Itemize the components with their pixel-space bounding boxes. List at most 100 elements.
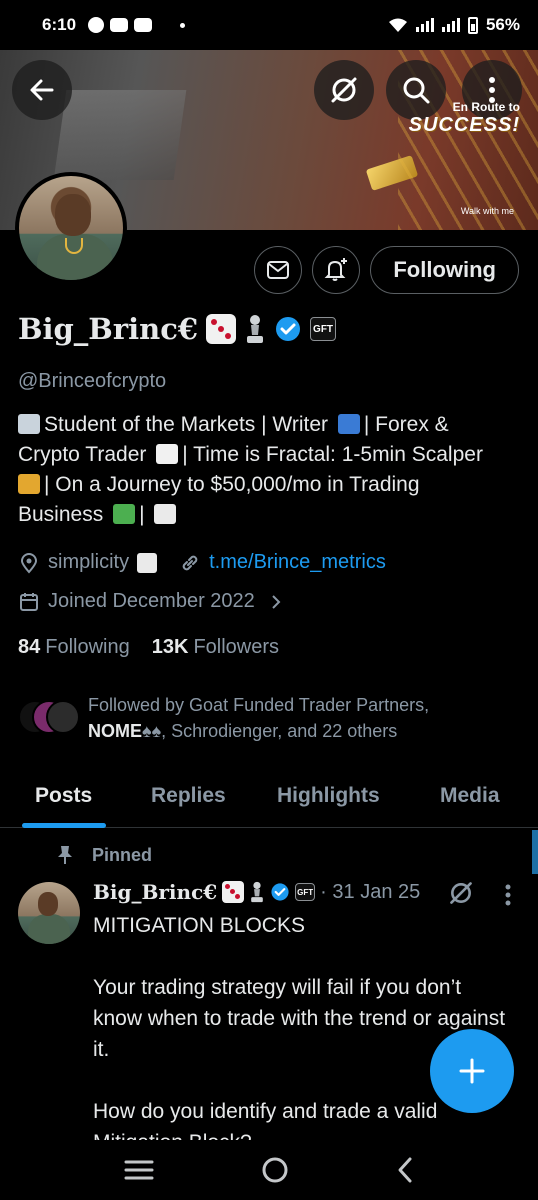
- compose-plus-icon: [459, 1058, 485, 1084]
- website-link[interactable]: t.me/Brince_metrics: [209, 551, 386, 574]
- followers-count: 13K: [151, 636, 189, 658]
- location-icon: [20, 552, 38, 574]
- bio-separator: |: [139, 503, 145, 526]
- grok-icon[interactable]: [448, 880, 474, 906]
- bowling-emoji-icon: [137, 552, 158, 573]
- tab-replies[interactable]: Replies: [151, 768, 226, 824]
- scrollbar-thumb[interactable]: [532, 830, 538, 874]
- post-more-icon[interactable]: [504, 884, 512, 906]
- dice-emoji-icon: [206, 314, 237, 344]
- banner-tagline: En Route to SUCCESS!: [409, 100, 520, 137]
- display-name: Big_Brinc€: [18, 312, 199, 346]
- money-emoji-icon: [113, 504, 136, 524]
- grok-button[interactable]: [314, 60, 374, 120]
- followed-by-bold-name: NOME: [88, 721, 142, 741]
- spade-emoji-icon: ♠♠: [142, 721, 162, 741]
- gold-bar-graphic: [365, 155, 419, 191]
- status-time: 6:10: [42, 15, 77, 34]
- link-icon: [182, 555, 198, 570]
- location-text: simplicity: [48, 551, 130, 573]
- followed-by-text: Followed by Goat Funded Trader Partners,…: [88, 692, 488, 744]
- verified-icon: [276, 317, 301, 341]
- chevron-right-icon: [272, 594, 281, 609]
- bell-plus-icon: [324, 258, 348, 281]
- pinned-label: Pinned: [92, 844, 153, 865]
- system-nav-bar: [0, 1140, 538, 1200]
- profile-bio: Student of the Markets | Writer | Forex …: [18, 410, 523, 530]
- follow-stats: 84 Following 13K Followers: [18, 636, 279, 659]
- following-count: 84: [18, 636, 41, 658]
- nav-back-icon[interactable]: [396, 1156, 414, 1184]
- post-author-avatar[interactable]: [18, 882, 80, 944]
- followers-label: Followers: [193, 636, 280, 658]
- tab-highlights[interactable]: Highlights: [277, 768, 380, 824]
- chart-increasing-emoji-icon: [156, 444, 179, 464]
- nav-menu-icon[interactable]: [124, 1159, 154, 1181]
- chess-pawn-icon: [251, 881, 263, 903]
- bio-text: Crypto Trader: [18, 443, 147, 466]
- affiliate-badge[interactable]: GFT: [310, 317, 337, 341]
- profile-meta-joined[interactable]: Joined December 2022: [18, 590, 283, 613]
- mail-icon: [267, 261, 290, 279]
- battery-level: 56%: [485, 15, 520, 34]
- followed-by-avatars: [18, 692, 88, 736]
- post-date: · 31 Jan 25: [320, 880, 421, 903]
- verified-icon: [271, 883, 289, 901]
- tab-posts[interactable]: Posts: [35, 768, 92, 824]
- bio-text: Business: [18, 503, 104, 526]
- bio-text: | Forex &: [363, 413, 449, 436]
- messenger-icon: [88, 17, 105, 33]
- pin-icon: [58, 846, 72, 864]
- status-right: 56%: [388, 15, 520, 35]
- bio-text: | Time is Fractal: 1-5min Scalper: [182, 443, 483, 466]
- calendar-icon: [20, 592, 38, 611]
- profile-actions: Following: [254, 246, 519, 294]
- following-label: Following: [45, 636, 130, 658]
- followed-by[interactable]: Followed by Goat Funded Trader Partners,…: [18, 692, 488, 744]
- tab-media[interactable]: Media: [440, 768, 500, 824]
- compose-button[interactable]: [430, 1029, 514, 1113]
- followed-by-suffix: , Schrodienger, and 22 others: [161, 721, 398, 741]
- avatar-face: [38, 892, 58, 916]
- technologist-emoji-icon: [337, 414, 360, 434]
- hourglass-emoji-icon: [18, 474, 40, 494]
- banner-signature: Walk with me: [460, 206, 514, 216]
- banner-tagline-big: SUCCESS!: [408, 114, 520, 136]
- post-header: Big_Brinc€ GFT · 31 Jan 25: [93, 880, 420, 904]
- back-arrow-icon: [30, 79, 54, 101]
- signal-icon: [441, 18, 460, 32]
- more-notifications-dot: [180, 22, 186, 28]
- grok-icon: [331, 77, 357, 103]
- profile-tabs: Posts Replies Highlights Media: [0, 768, 538, 828]
- profile-meta-location: simplicity t.me/Brince_metrics: [18, 551, 386, 574]
- chess-pawn-icon: [247, 315, 264, 343]
- banner-tagline-small: En Route to: [452, 100, 520, 114]
- joined-text: Joined December 2022: [48, 590, 255, 612]
- notify-button[interactable]: [312, 246, 361, 294]
- signal-icon: [415, 18, 434, 32]
- pinned-label-row: Pinned: [56, 844, 152, 866]
- avatar-body: [28, 914, 70, 944]
- followers-stat[interactable]: 13K Followers: [152, 636, 279, 659]
- bio-text: Student of the Markets | Writer: [44, 413, 329, 436]
- back-button[interactable]: [12, 60, 72, 120]
- following-button[interactable]: Following: [370, 246, 519, 294]
- bank-emoji-icon: [18, 414, 40, 434]
- following-stat[interactable]: 84 Following: [18, 636, 130, 659]
- bowling-emoji-icon: [154, 504, 177, 524]
- youtube-icon: [134, 18, 153, 32]
- status-bar: 6:10 56%: [0, 0, 538, 50]
- affiliate-badge: GFT: [295, 883, 316, 901]
- dice-emoji-icon: [222, 881, 245, 903]
- profile-handle: @Brinceofcrypto: [18, 370, 167, 392]
- active-tab-indicator: [22, 823, 106, 828]
- wifi-icon: [388, 18, 407, 32]
- post-author-name[interactable]: Big_Brinc€: [93, 880, 217, 904]
- battery-icon: [467, 16, 478, 34]
- nav-home-icon[interactable]: [261, 1156, 289, 1184]
- followed-by-prefix: Followed by Goat Funded Trader Partners,: [88, 695, 430, 715]
- avatar-face: [55, 194, 91, 236]
- message-button[interactable]: [254, 246, 303, 294]
- display-name-row: Big_Brinc€ GFT: [18, 312, 337, 346]
- profile-avatar[interactable]: [15, 172, 127, 284]
